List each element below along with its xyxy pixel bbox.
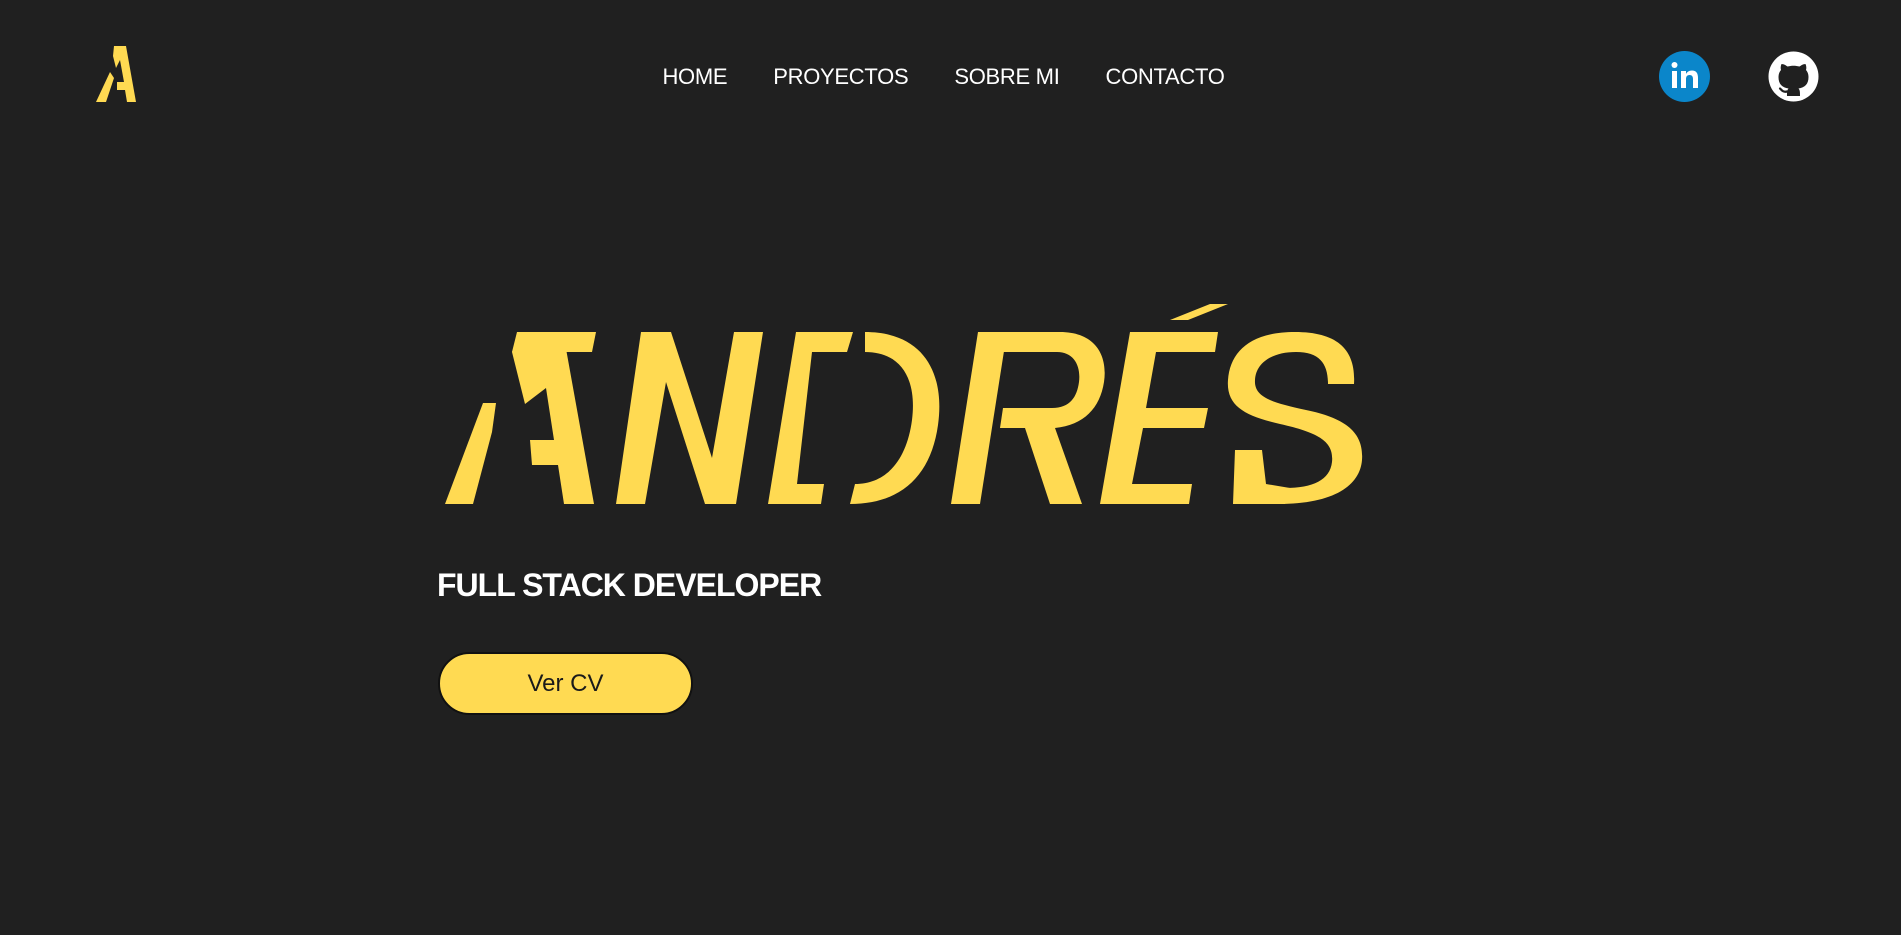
github-icon[interactable]	[1768, 51, 1819, 102]
hero-name	[440, 300, 1400, 510]
linkedin-icon[interactable]	[1659, 51, 1710, 102]
nav-contacto[interactable]: CONTACTO	[1106, 62, 1225, 92]
hero-name-graphic	[445, 304, 1363, 504]
nav-home[interactable]: HOME	[662, 62, 727, 92]
nav-proyectos[interactable]: PROYECTOS	[773, 62, 908, 92]
page: HOME PROYECTOS SOBRE MI CONTACTO FULL ST…	[0, 0, 1901, 935]
hero-subtitle: FULL STACK DEVELOPER	[437, 567, 822, 603]
main-nav: HOME PROYECTOS SOBRE MI CONTACTO	[0, 62, 1894, 92]
ver-cv-button[interactable]: Ver CV	[438, 652, 693, 715]
nav-sobre-mi[interactable]: SOBRE MI	[954, 62, 1059, 92]
